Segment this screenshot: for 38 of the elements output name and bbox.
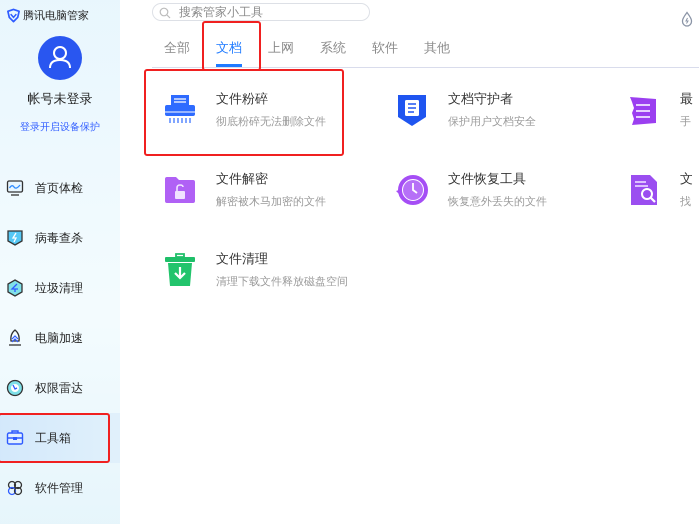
tool-item[interactable]: 文件清理 清理下载文件释放磁盘空间 bbox=[152, 242, 384, 322]
tool-title: 文 bbox=[680, 171, 693, 188]
tool-title: 文件解密 bbox=[216, 171, 269, 188]
tab[interactable]: 文档 bbox=[216, 38, 242, 67]
search-field[interactable]: 搜索管家小工具 bbox=[152, 3, 370, 21]
tab[interactable]: 软件 bbox=[372, 38, 398, 67]
nav-item[interactable]: 软件管理 bbox=[0, 463, 120, 513]
tool-item[interactable]: 最 手 bbox=[616, 82, 699, 162]
nav-item[interactable]: 权限雷达 bbox=[0, 363, 120, 413]
nav-item[interactable]: 垃圾清理 bbox=[0, 263, 120, 313]
tool-item[interactable]: 文件解密 解密被木马加密的文件 bbox=[152, 162, 384, 242]
tool-title: 文档守护者 bbox=[448, 91, 514, 108]
nav-item[interactable]: 电脑加速 bbox=[0, 313, 120, 363]
nav-item[interactable]: 工具箱 bbox=[0, 413, 120, 463]
tab[interactable]: 系统 bbox=[320, 38, 346, 67]
account-name: 帐号未登录 bbox=[28, 91, 92, 108]
tool-item[interactable]: 文件恢复工具 恢复意外丢失的文件 bbox=[384, 162, 616, 242]
tab[interactable]: 全部 bbox=[164, 38, 190, 67]
tool-title: 文件恢复工具 bbox=[448, 171, 527, 188]
tool-title: 最 bbox=[680, 91, 693, 108]
app-title: 腾讯电脑管家 bbox=[23, 8, 89, 23]
tool-title: 文件粉碎 bbox=[216, 91, 269, 108]
tab[interactable]: 上网 bbox=[268, 38, 294, 67]
tool-description: 清理下载文件释放磁盘空间 bbox=[216, 274, 348, 289]
tool-description: 保护用户文档安全 bbox=[448, 114, 536, 129]
tool-item[interactable]: 文 找 bbox=[616, 162, 699, 242]
tool-description: 彻底粉碎无法删除文件 bbox=[216, 114, 326, 129]
tab[interactable]: 其他 bbox=[424, 38, 450, 67]
tool-description: 找 bbox=[680, 194, 692, 209]
tool-item[interactable]: 文档守护者 保护用户文档安全 bbox=[384, 82, 616, 162]
tool-description: 手 bbox=[680, 114, 692, 129]
nav-item[interactable]: 病毒查杀 bbox=[0, 213, 120, 263]
tool-description: 解密被木马加密的文件 bbox=[216, 194, 326, 209]
login-link[interactable]: 登录开启设备保护 bbox=[20, 120, 100, 134]
tool-item[interactable]: 文件粉碎 彻底粉碎无法删除文件 bbox=[152, 82, 384, 162]
nav-item[interactable]: 首页体检 bbox=[0, 163, 120, 213]
tool-description: 恢复意外丢失的文件 bbox=[448, 194, 547, 209]
tool-title: 文件清理 bbox=[216, 251, 269, 268]
